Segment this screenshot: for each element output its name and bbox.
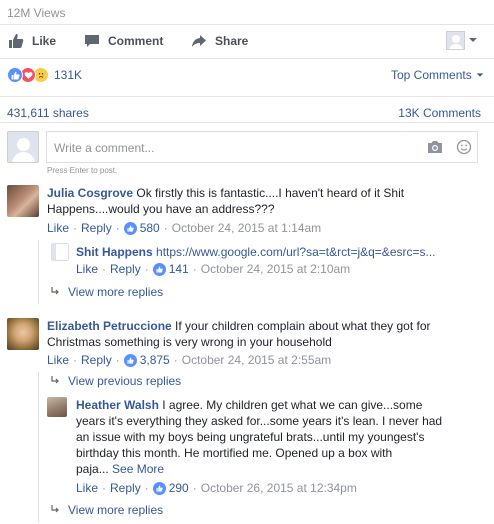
view-more-replies-label: View more replies xyxy=(68,503,164,517)
comment-reply-link[interactable]: Reply xyxy=(81,353,112,367)
current-user-avatar xyxy=(7,131,39,163)
view-previous-replies[interactable]: View previous replies xyxy=(50,374,181,388)
comment-timestamp[interactable]: October 24, 2015 at 1:14am xyxy=(172,221,321,235)
caret-down-icon xyxy=(468,34,478,48)
reply-arrow-icon xyxy=(50,374,60,388)
camera-icon[interactable] xyxy=(427,140,443,157)
reply-like-link[interactable]: Like xyxy=(76,481,98,495)
reply-author[interactable]: Shit Happens xyxy=(76,245,153,259)
view-more-replies[interactable]: View more replies xyxy=(50,503,163,517)
reply-link-text[interactable]: https://www.google.com/url?sa=t&rct=j&q=… xyxy=(156,245,435,259)
heather-walsh-avatar[interactable] xyxy=(47,397,67,417)
comment-like-link[interactable]: Like xyxy=(47,353,69,367)
comment-timestamp[interactable]: October 24, 2015 at 2:55am xyxy=(182,353,331,367)
avatar-placeholder-icon xyxy=(446,31,465,50)
divider xyxy=(0,58,494,59)
comment-text-line: Christmas something is very wrong in you… xyxy=(47,335,332,349)
reply-timestamp[interactable]: October 24, 2015 at 2:10am xyxy=(201,262,350,276)
comment-like-count[interactable]: 3,875 xyxy=(140,353,170,367)
share-button[interactable]: Share xyxy=(191,32,248,50)
reactions-summary[interactable]: 131K xyxy=(7,67,82,83)
comment-like-count[interactable]: 580 xyxy=(140,221,160,235)
see-more-link[interactable]: See More xyxy=(112,462,164,476)
reply-text-line: an issue with my boys being ungrateful b… xyxy=(76,430,425,444)
reply-body: Shit Happens https://www.google.com/url?… xyxy=(76,244,486,260)
comment-body: Elizabeth Petruccione If your children c… xyxy=(47,318,487,350)
post-as-selector[interactable] xyxy=(446,31,478,50)
reply-body: Heather Walsh I agree. My children get w… xyxy=(76,397,486,477)
comments-count[interactable]: 13K Comments xyxy=(398,106,481,120)
reply-like-link[interactable]: Like xyxy=(76,262,98,276)
reply-text-line: I agree. My children get what we can giv… xyxy=(162,398,423,412)
comment-button[interactable]: Comment xyxy=(84,32,163,50)
emoji-icon[interactable] xyxy=(456,139,472,158)
like-reaction-icon xyxy=(7,67,23,83)
comment-input[interactable]: Write a comment... xyxy=(46,131,478,163)
reply-like-count[interactable]: 141 xyxy=(169,262,189,276)
share-label: Share xyxy=(215,34,249,48)
like-bubble-icon xyxy=(152,481,166,495)
reply-arrow-icon xyxy=(50,503,60,517)
comment-text-line: Ok firstly this is fantastic....I haven'… xyxy=(136,186,405,200)
comment-label: Comment xyxy=(108,34,164,48)
view-more-replies-label: View more replies xyxy=(68,285,164,299)
like-bubble-icon xyxy=(123,221,137,235)
view-previous-replies-label: View previous replies xyxy=(68,374,182,388)
divider xyxy=(0,24,494,25)
reply-arrow-icon xyxy=(50,285,60,299)
comment-meta: Like · Reply · 580 · October 24, 2015 at 1:… xyxy=(47,221,322,235)
reply-text-line: paja... xyxy=(76,462,109,476)
comment-meta: Like · Reply · 3,875 · October 24, 2015 at … xyxy=(47,353,332,367)
press-enter-hint: Press Enter to post. xyxy=(47,166,118,175)
like-label: Like xyxy=(32,34,57,48)
shares-count[interactable]: 431,611 shares xyxy=(7,106,89,120)
shit-happens-avatar[interactable] xyxy=(51,243,69,261)
elizabeth-petruccione-avatar[interactable] xyxy=(7,318,39,350)
reply-text-line: years it's everything they asked for...s… xyxy=(76,414,443,428)
share-arrow-icon xyxy=(191,33,207,49)
caret-down-icon xyxy=(476,68,484,82)
divider xyxy=(0,122,494,123)
comment-bubble-icon xyxy=(84,33,100,49)
comment-text-line: Happens....would you have an address??? xyxy=(47,202,275,216)
comment-input-placeholder: Write a comment... xyxy=(54,141,155,155)
views-count: 12M Views xyxy=(7,6,66,20)
divider xyxy=(0,96,494,97)
reply-meta: Like · Reply · 290 · October 26, 2015 at 12… xyxy=(76,481,357,495)
reply-timestamp[interactable]: October 26, 2015 at 12:34pm xyxy=(201,481,357,495)
thumbs-up-icon xyxy=(8,33,24,49)
like-bubble-icon xyxy=(123,353,137,367)
like-button[interactable]: Like xyxy=(8,32,56,50)
reply-thread-line xyxy=(38,240,39,304)
top-comments-dropdown[interactable]: Top Comments xyxy=(391,68,484,82)
reply-thread-line xyxy=(38,372,39,522)
like-bubble-icon xyxy=(152,262,166,276)
reactions-count: 131K xyxy=(54,68,83,82)
reply-meta: Like · Reply · 141 · October 24, 2015 at 2:… xyxy=(76,262,351,276)
reply-reply-link[interactable]: Reply xyxy=(110,262,141,276)
comment-author[interactable]: Elizabeth Petruccione xyxy=(47,319,172,333)
comment-body: Julia Cosgrove Ok firstly this is fantas… xyxy=(47,185,487,217)
reply-author[interactable]: Heather Walsh xyxy=(76,398,159,412)
reply-like-count[interactable]: 290 xyxy=(169,481,189,495)
comment-reply-link[interactable]: Reply xyxy=(81,221,112,235)
reply-text-line: birthday this month. He mortified me. Op… xyxy=(76,446,393,460)
comment-text-line: If your children complain about what the… xyxy=(175,319,431,333)
reply-reply-link[interactable]: Reply xyxy=(110,481,141,495)
view-more-replies[interactable]: View more replies xyxy=(50,285,163,299)
julia-cosgrove-avatar[interactable] xyxy=(7,185,39,217)
top-comments-label: Top Comments xyxy=(391,68,472,82)
comment-author[interactable]: Julia Cosgrove xyxy=(47,186,133,200)
comment-like-link[interactable]: Like xyxy=(47,221,69,235)
